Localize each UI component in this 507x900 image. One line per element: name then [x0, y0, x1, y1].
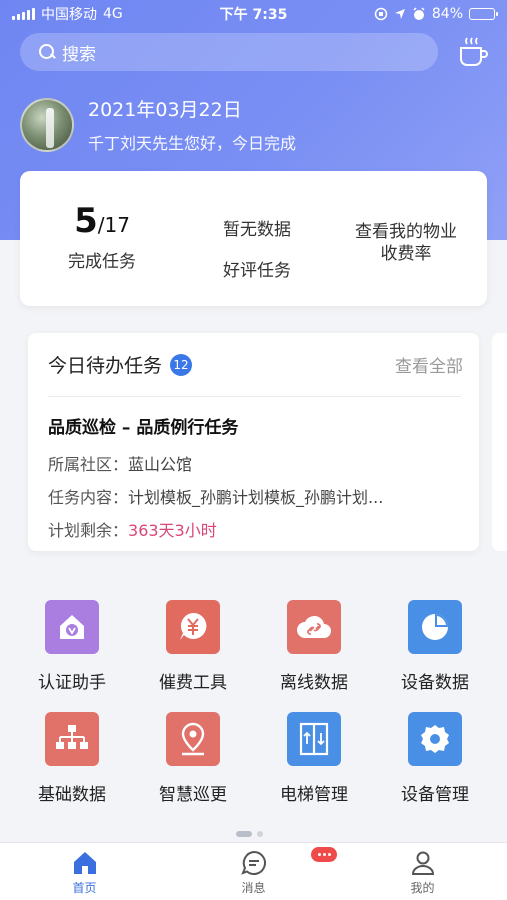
page-indicator — [236, 831, 263, 837]
page-dot-active — [236, 831, 252, 837]
greeting-section: 2021年03月22日 千丁刘天先生您好，今日完成 — [20, 95, 296, 154]
fee-rate-line1: 查看我的物业 — [355, 222, 457, 242]
status-bar: 中国移动 4G 下午 7:35 84% — [0, 0, 507, 28]
todo-count-badge: 12 — [170, 353, 193, 376]
grid-item-basic-data[interactable]: 基础数据 — [17, 712, 127, 805]
grid-label: 离线数据 — [280, 673, 348, 693]
stats-card: 5/17 完成任务 暂无数据 好评任务 查看我的物业 收费率 — [20, 171, 487, 306]
grid-item-billing[interactable]: 催费工具 — [138, 600, 248, 693]
community-row: 所属社区：蓝山公馆 — [48, 451, 463, 475]
battery-icon — [469, 8, 498, 20]
remain-label: 计划剩余： — [48, 521, 129, 540]
tab-label: 我的 — [410, 881, 435, 895]
no-data-text: 暂无数据 — [223, 220, 291, 240]
tab-home[interactable]: 首页 — [0, 843, 169, 900]
pie-chart-icon — [408, 600, 462, 654]
grid-label: 智慧巡更 — [159, 785, 227, 805]
todo-title: 今日待办任务 — [48, 355, 163, 377]
grid-item-elevator[interactable]: 电梯管理 — [259, 712, 369, 805]
carrier-name: 中国移动 — [41, 7, 97, 23]
search-input[interactable]: 搜索 — [20, 33, 438, 71]
view-all-link[interactable]: 查看全部 — [395, 352, 463, 377]
network-type: 4G — [103, 6, 123, 22]
search-icon — [38, 43, 56, 61]
next-task-card-peek[interactable] — [492, 333, 507, 551]
search-row: 搜索 — [20, 33, 490, 71]
done-label: 完成任务 — [68, 252, 136, 272]
community-label: 所属社区： — [48, 455, 129, 474]
user-icon — [411, 851, 434, 875]
remain-value: 363天3小时 — [128, 521, 217, 540]
grid-label: 设备数据 — [401, 673, 469, 693]
good-review-stat[interactable]: 暂无数据 好评任务 — [202, 215, 312, 281]
cloud-link-icon — [287, 600, 341, 654]
greeting-message: 千丁刘天先生您好，今日完成 — [88, 134, 297, 153]
grid-item-device-data[interactable]: 设备数据 — [380, 600, 490, 693]
yuan-bubble-icon — [166, 600, 220, 654]
home-icon — [73, 852, 96, 874]
house-verify-icon — [45, 600, 99, 654]
tab-messages[interactable]: 消息 — [169, 843, 338, 900]
total-count: /17 — [97, 213, 130, 237]
grid-label: 电梯管理 — [280, 785, 348, 805]
tab-mine[interactable]: 我的 — [338, 843, 507, 900]
grid-item-device-mgmt[interactable]: 设备管理 — [380, 712, 490, 805]
grid-label: 认证助手 — [38, 673, 106, 693]
coffee-cup-icon[interactable] — [456, 35, 490, 69]
content-row: 任务内容：计划模板_孙鹏计划模板_孙鹏计划... — [48, 484, 463, 508]
signal-icon — [12, 8, 35, 20]
fee-rate-line2: 收费率 — [380, 244, 432, 264]
rotation-lock-icon — [374, 7, 388, 21]
task-name: 品质巡检 – 品质例行任务 — [48, 418, 239, 438]
elevator-icon — [287, 712, 341, 766]
content-label: 任务内容： — [48, 488, 129, 507]
grid-label: 基础数据 — [38, 785, 106, 805]
grid-label: 设备管理 — [401, 785, 469, 805]
tab-bar: 首页 消息 我的 — [0, 842, 507, 900]
grid-item-auth[interactable]: 认证助手 — [17, 600, 127, 693]
avatar[interactable] — [20, 97, 74, 152]
location-icon — [394, 9, 405, 19]
greeting-date: 2021年03月22日 — [88, 99, 242, 121]
fee-rate-link[interactable]: 查看我的物业 收费率 — [342, 221, 470, 265]
content-value: 计划模板_孙鹏计划模板_孙鹏计划... — [128, 488, 384, 507]
map-pin-icon — [166, 712, 220, 766]
alarm-icon — [413, 7, 425, 20]
good-review-label: 好评任务 — [223, 261, 291, 281]
battery-percent: 84% — [431, 6, 463, 22]
page-dot — [257, 831, 263, 837]
community-value: 蓝山公馆 — [128, 455, 193, 474]
chat-icon — [240, 850, 266, 875]
completed-tasks-stat[interactable]: 5/17 完成任务 — [52, 201, 152, 272]
grid-label: 催费工具 — [159, 673, 227, 693]
grid-item-patrol[interactable]: 智慧巡更 — [138, 712, 248, 805]
search-placeholder: 搜索 — [62, 44, 96, 65]
todo-task-card[interactable]: 今日待办任务 12 查看全部 品质巡检 – 品质例行任务 所属社区：蓝山公馆 任… — [28, 333, 479, 551]
org-tree-icon — [45, 712, 99, 766]
gear-icon — [408, 712, 462, 766]
divider — [48, 396, 461, 397]
tab-label: 消息 — [241, 881, 266, 895]
message-badge — [311, 847, 337, 862]
done-count: 5 — [74, 201, 98, 241]
remain-row: 计划剩余：363天3小时 — [48, 517, 463, 541]
grid-item-offline[interactable]: 离线数据 — [259, 600, 369, 693]
tab-label: 首页 — [72, 881, 97, 895]
